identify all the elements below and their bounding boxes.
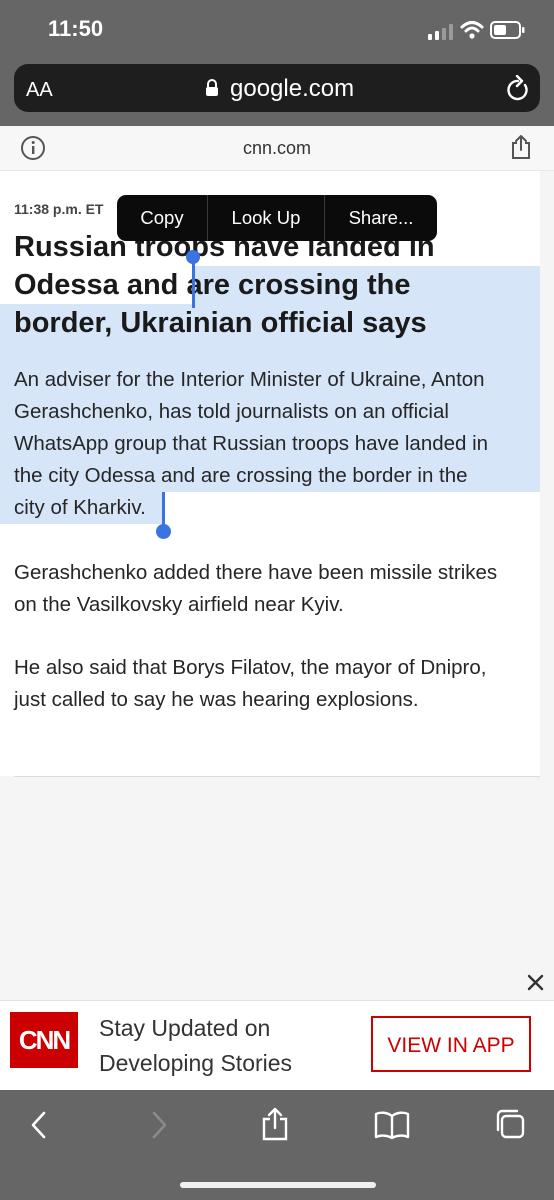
forward-icon[interactable]: [148, 1110, 170, 1140]
article-timestamp: 11:38 p.m. ET: [14, 201, 104, 217]
paragraph-line: on the Vasilkovsky airfield near Kyiv.: [14, 593, 344, 616]
status-time: 11:50: [48, 16, 104, 41]
look-up-menu-item[interactable]: Look Up: [208, 195, 324, 241]
selection-end-caret: [162, 492, 165, 528]
share-icon[interactable]: [510, 134, 532, 160]
reload-icon[interactable]: [505, 75, 531, 103]
wifi-icon: [460, 21, 484, 39]
bookmarks-icon[interactable]: [374, 1110, 410, 1140]
paragraph-line: just called to say he was hearing explos…: [14, 688, 419, 711]
text-size-button[interactable]: AA: [26, 79, 53, 102]
paragraph-line: Gerashchenko, has told journalists on an…: [14, 400, 449, 423]
tabs-icon[interactable]: [494, 1108, 526, 1140]
banner-message-line: Stay Updated on: [99, 1015, 271, 1041]
site-domain: cnn.com: [242, 138, 312, 158]
article-headline[interactable]: Russian troops have landed in Odessa and…: [14, 228, 534, 342]
headline-line: Odessa and are crossing the: [14, 269, 411, 301]
view-in-app-button[interactable]: VIEW IN APP: [371, 1016, 531, 1072]
signal-icon: [428, 24, 453, 40]
article-paragraph[interactable]: Gerashchenko added there have been missi…: [14, 557, 544, 621]
share-menu-item[interactable]: Share...: [325, 195, 437, 241]
selection-end-handle[interactable]: [156, 524, 171, 539]
divider: [14, 776, 540, 777]
paragraph-line: the city Odessa and are crossing the bor…: [14, 464, 468, 487]
article-paragraph[interactable]: An adviser for the Interior Minister of …: [14, 364, 534, 524]
text-selection-menu: Copy Look Up Share...: [117, 195, 437, 241]
selection-start-caret: [192, 260, 195, 308]
share-icon[interactable]: [260, 1106, 290, 1142]
paragraph-line: An adviser for the Interior Minister of …: [14, 368, 485, 391]
lock-icon: [206, 79, 218, 96]
banner-close-button[interactable]: [516, 963, 554, 1001]
paragraph-line: He also said that Borys Filatov, the may…: [14, 656, 487, 679]
banner-message-line: Developing Stories: [99, 1050, 293, 1076]
battery-icon: [490, 21, 525, 39]
copy-menu-item[interactable]: Copy: [117, 195, 207, 241]
article-paragraph[interactable]: He also said that Borys Filatov, the may…: [14, 652, 544, 716]
address-domain[interactable]: google.com: [230, 75, 354, 103]
paragraph-line: city of Kharkiv.: [14, 496, 146, 519]
close-icon[interactable]: [516, 963, 554, 1001]
back-icon[interactable]: [28, 1110, 50, 1140]
headline-line: border, Ukrainian official says: [14, 307, 427, 339]
cnn-logo: CNN: [10, 1012, 78, 1068]
paragraph-line: Gerashchenko added there have been missi…: [14, 561, 498, 584]
home-indicator[interactable]: [180, 1182, 376, 1188]
banner-message: Stay Updated on Developing Stories: [99, 1011, 359, 1081]
paragraph-line: WhatsApp group that Russian troops have …: [14, 432, 489, 455]
